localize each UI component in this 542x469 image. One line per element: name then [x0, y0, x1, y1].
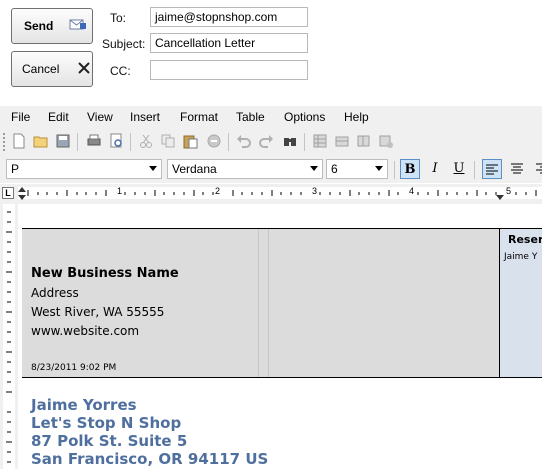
cc-field[interactable] — [150, 60, 308, 80]
vertical-ruler[interactable] — [0, 204, 18, 469]
font-family-select[interactable]: Verdana — [167, 159, 323, 179]
toolbar-separator — [77, 133, 78, 151]
font-family-value: Verdana — [172, 162, 217, 176]
send-mail-icon — [69, 18, 87, 35]
recipient-company: Let's Stop N Shop — [31, 414, 182, 432]
print-preview-icon[interactable] — [108, 133, 124, 149]
toolbar-separator — [228, 133, 229, 151]
send-label: Send — [24, 19, 54, 33]
letterhead-table: New Business Name Address West River, WA… — [22, 228, 542, 378]
align-center-button[interactable] — [507, 159, 527, 179]
italic-button[interactable]: I — [425, 159, 445, 179]
menu-bar: File Edit View Insert Format Table Optio… — [0, 106, 542, 128]
open-folder-icon[interactable] — [33, 133, 49, 149]
ruler-mark-4: 4 — [409, 186, 415, 196]
cc-label: CC: — [110, 64, 131, 78]
toolbar-separator — [130, 133, 131, 151]
letter-datetime: 8/23/2011 9:02 PM — [31, 363, 117, 373]
formatting-toolbar: P Verdana 6 B I U — [0, 156, 542, 183]
find-binoculars-icon[interactable] — [282, 133, 298, 149]
ruler-mark-3: 3 — [312, 186, 318, 196]
business-city: West River, WA 55555 — [31, 305, 165, 319]
align-left-button[interactable] — [482, 159, 502, 179]
paste-icon[interactable] — [182, 133, 198, 149]
chevron-down-icon — [149, 166, 157, 171]
align-center-icon — [511, 163, 523, 174]
menu-help[interactable]: Help — [344, 110, 369, 124]
business-name: New Business Name — [31, 266, 179, 281]
business-address: Address — [31, 286, 79, 300]
menu-options[interactable]: Options — [284, 110, 325, 124]
paragraph-style-value: P — [11, 162, 20, 176]
table-column-icon[interactable] — [356, 133, 372, 149]
recipient-street: 87 Polk St. Suite 5 — [31, 432, 188, 450]
business-info-cell[interactable] — [22, 229, 258, 377]
cancel-button[interactable]: Cancel — [11, 51, 93, 87]
document-canvas[interactable]: New Business Name Address West River, WA… — [0, 204, 542, 469]
cut-icon[interactable] — [138, 133, 154, 149]
align-right-icon — [536, 163, 542, 174]
new-document-icon[interactable] — [11, 133, 27, 149]
horizontal-ruler[interactable]: L 1 2 3 4 5 — [0, 184, 542, 204]
ruler-mark-5: 5 — [506, 186, 512, 196]
undo-icon[interactable] — [236, 133, 252, 149]
font-size-select[interactable]: 6 — [326, 159, 388, 179]
close-icon — [77, 61, 91, 78]
ruler-ticks — [18, 187, 537, 200]
toolbar-separator — [394, 161, 395, 179]
cell-divider — [258, 229, 269, 377]
menu-format[interactable]: Format — [180, 110, 218, 124]
chevron-down-icon — [310, 166, 318, 171]
spacer-cell[interactable] — [269, 229, 499, 377]
to-label: To: — [110, 11, 127, 25]
vertical-ruler-ticks — [6, 211, 12, 463]
email-header: Send Cancel To: jaime@stopnshop.com Subj… — [0, 0, 542, 106]
table-insert-icon[interactable] — [312, 133, 328, 149]
copy-icon[interactable] — [160, 133, 176, 149]
paragraph-style-select[interactable]: P — [6, 159, 162, 179]
font-size-value: 6 — [331, 162, 338, 176]
standard-toolbar — [0, 128, 542, 156]
align-left-icon — [486, 164, 498, 175]
recipient-address[interactable]: Jaime Yorres Let's Stop N Shop 87 Polk S… — [31, 396, 531, 468]
save-icon[interactable] — [55, 133, 71, 149]
toolbar-grip — [3, 133, 8, 151]
business-website: www.website.com — [31, 324, 140, 338]
menu-view[interactable]: View — [87, 110, 113, 124]
ruler-mark-2: 2 — [215, 186, 221, 196]
toolbar-separator — [474, 161, 475, 179]
underline-button[interactable]: U — [449, 159, 469, 179]
table-delete-icon[interactable] — [378, 133, 394, 149]
cancel-label: Cancel — [22, 62, 60, 76]
toolbar-separator — [304, 133, 305, 151]
reservation-header: Reser — [508, 233, 542, 246]
send-button[interactable]: Send — [11, 8, 93, 44]
recipient-city: San Francisco, OR 94117 US — [31, 450, 269, 468]
menu-table[interactable]: Table — [236, 110, 265, 124]
redo-icon[interactable] — [258, 133, 274, 149]
to-field[interactable]: jaime@stopnshop.com — [150, 7, 308, 27]
align-right-button[interactable] — [532, 159, 542, 179]
print-icon[interactable] — [86, 133, 102, 149]
table-row-icon[interactable] — [334, 133, 350, 149]
chevron-down-icon — [375, 166, 383, 171]
bold-button[interactable]: B — [400, 159, 420, 179]
stop-icon[interactable] — [206, 133, 222, 149]
menu-file[interactable]: File — [11, 110, 30, 124]
reservation-name: Jaime Y — [504, 252, 538, 262]
ruler-mark-1: 1 — [117, 186, 123, 196]
subject-field[interactable]: Cancellation Letter — [150, 33, 308, 53]
recipient-name: Jaime Yorres — [31, 396, 137, 414]
subject-label: Subject: — [102, 37, 146, 51]
menu-insert[interactable]: Insert — [130, 110, 160, 124]
menu-edit[interactable]: Edit — [48, 110, 69, 124]
